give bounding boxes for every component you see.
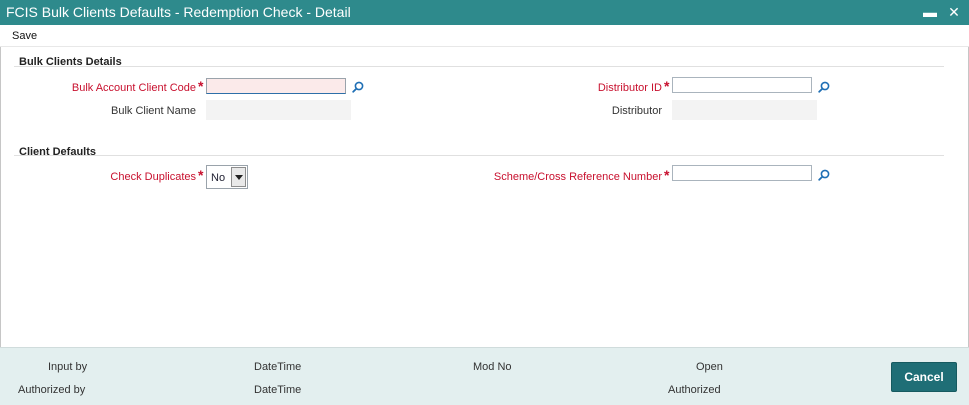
open-status-label: Open	[696, 361, 723, 373]
check-duplicates-select[interactable]: No	[206, 165, 248, 189]
authorized-by-label: Authorized by	[18, 384, 86, 396]
section-divider	[14, 66, 944, 67]
mod-no-label: Mod No	[473, 361, 512, 373]
search-icon[interactable]	[818, 169, 830, 181]
chevron-down-icon[interactable]	[231, 167, 246, 187]
input-by-label: Input by	[48, 361, 88, 373]
save-menu-item[interactable]: Save	[12, 30, 37, 42]
bulk-client-name-label: Bulk Client Name	[111, 105, 196, 117]
authorized-datetime-label: DateTime	[254, 384, 302, 396]
required-marker: *	[198, 167, 204, 183]
distributor-field	[672, 100, 817, 120]
input-datetime-label: DateTime	[254, 361, 302, 373]
search-icon[interactable]	[818, 81, 830, 93]
cancel-button[interactable]: Cancel	[891, 362, 957, 392]
scheme-cross-reference-number-label: Scheme/Cross Reference Number	[493, 171, 662, 183]
scheme-cross-reference-number-input[interactable]	[672, 165, 812, 181]
bulk-client-name-field	[206, 100, 351, 120]
section-title-client-defaults: Client Defaults	[19, 146, 97, 158]
authorized-status-label: Authorized	[668, 384, 721, 396]
required-marker: *	[664, 167, 670, 183]
close-icon[interactable]: ✕	[946, 2, 962, 22]
search-icon[interactable]	[352, 81, 364, 93]
window-title: FCIS Bulk Clients Defaults - Redemption …	[6, 4, 351, 20]
check-duplicates-value: No	[211, 172, 226, 184]
distributor-label: Distributor	[611, 105, 662, 117]
bulk-account-client-code-label: Bulk Account Client Code	[71, 82, 196, 94]
check-duplicates-label: Check Duplicates	[110, 171, 196, 183]
distributor-id-label: Distributor ID	[597, 82, 662, 94]
menu-bar: Save	[0, 25, 969, 47]
required-marker: *	[664, 78, 670, 94]
section-divider	[14, 155, 944, 156]
required-marker: *	[198, 78, 204, 94]
window-titlebar: FCIS Bulk Clients Defaults - Redemption …	[0, 0, 969, 25]
audit-footer	[0, 347, 969, 405]
minimize-icon[interactable]: ▬	[922, 2, 938, 22]
bulk-account-client-code-input[interactable]	[206, 78, 346, 94]
distributor-id-input[interactable]	[672, 77, 812, 93]
